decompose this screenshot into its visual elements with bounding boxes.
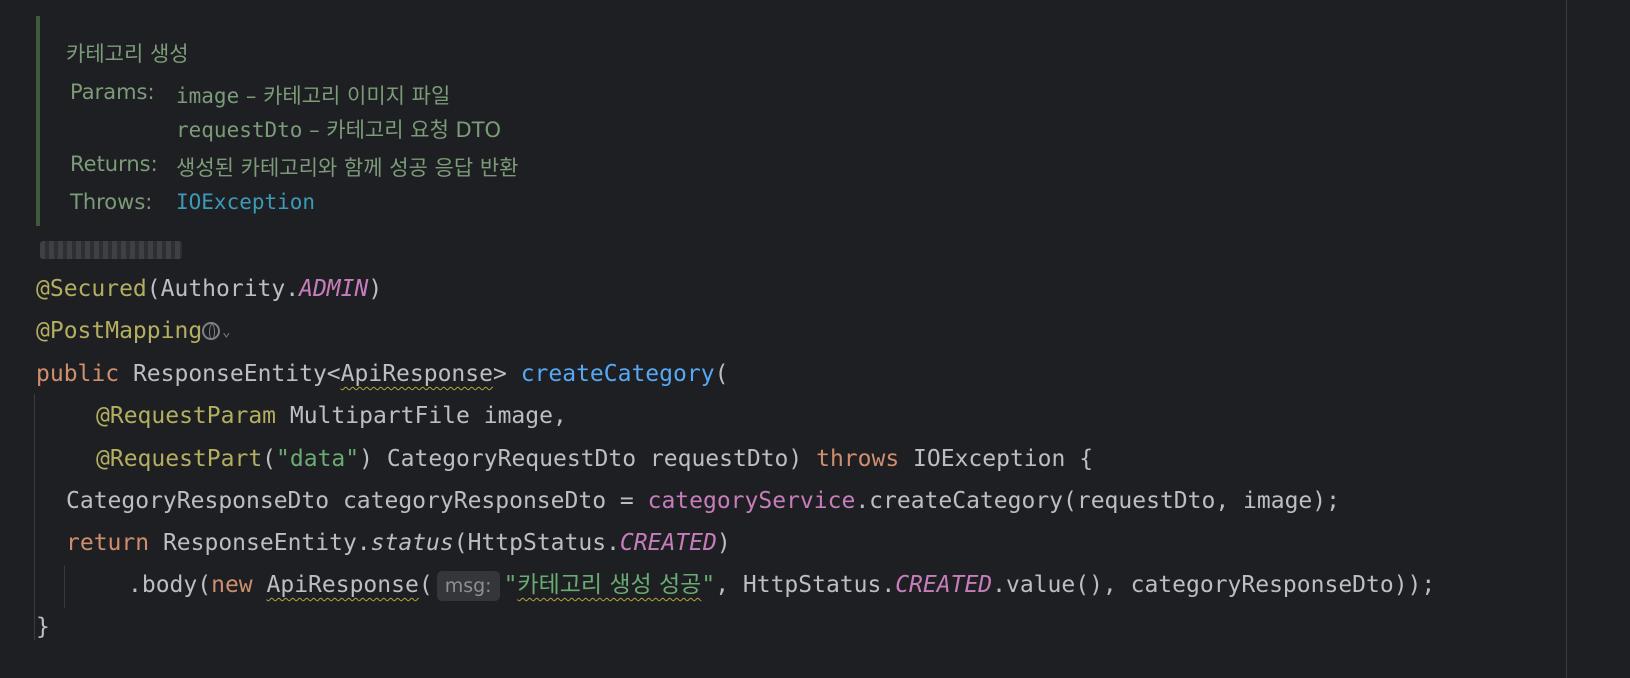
code-line-request-part[interactable]: @RequestPart("data") CategoryRequestDto … [96, 441, 1093, 477]
javadoc-rendered-block: 카테고리 생성 Params: image – 카테고리 이미지 파일 requ… [36, 16, 600, 226]
code-text: ( [262, 446, 277, 472]
param-name: requestDto [176, 118, 303, 142]
javadoc-param-requestdto: requestDto – 카테고리 요청 DTO [176, 114, 501, 144]
static-method: status [370, 530, 454, 556]
method-name: createCategory [520, 361, 715, 387]
enum-constant: CREATED [619, 530, 717, 556]
javadoc-returns-desc: 생성된 카테고리와 함께 성공 응답 반환 [176, 156, 519, 180]
annotation: @PostMapping [36, 318, 203, 344]
code-text: ) [368, 276, 383, 302]
code-text: } [36, 614, 50, 640]
code-text: ResponseEntity< [119, 361, 341, 387]
annotation: @RequestParam [96, 403, 277, 429]
enum-constant: ADMIN [299, 276, 369, 302]
indent-guide [34, 394, 35, 640]
right-margin-guide [1566, 0, 1567, 678]
code-text: ) [716, 530, 731, 556]
code-line-service-call[interactable]: CategoryResponseDto categoryResponseDto … [66, 483, 1340, 519]
annotation: @RequestPart [96, 446, 263, 472]
code-text: (HttpStatus. [453, 530, 620, 556]
keyword: new [211, 572, 253, 598]
javadoc-throws-link[interactable]: IOException [176, 190, 315, 214]
keyword: public [36, 361, 120, 387]
code-text: CategoryResponseDto categoryResponseDto … [66, 488, 648, 514]
param-desc: – 카테고리 요청 DTO [302, 118, 502, 142]
string-quote: " [701, 572, 716, 598]
code-text: .createCategory(requestDto, image); [855, 488, 1340, 514]
code-line-body[interactable]: .body(new ApiResponse(msg: "카테고리 생성 성공", … [128, 567, 1435, 603]
javadoc-param-image: image – 카테고리 이미지 파일 [176, 80, 450, 110]
code-editor[interactable]: 카테고리 생성 Params: image – 카테고리 이미지 파일 requ… [0, 0, 1630, 678]
code-line-closing-brace[interactable]: } [36, 609, 50, 645]
code-text: .value(), categoryResponseDto)); [992, 572, 1436, 598]
parameter-name-hint: msg: [436, 571, 500, 601]
type-warning: ApiResponse [340, 361, 493, 387]
type-warning: ApiResponse [266, 572, 419, 598]
javadoc-params-tag: Params: [70, 80, 155, 104]
javadoc-throws-tag: Throws: [70, 190, 153, 214]
code-text: ResponseEntity. [149, 530, 371, 556]
indent-guide [64, 566, 65, 608]
javadoc-returns-tag: Returns: [70, 152, 158, 176]
code-text: ( [418, 572, 433, 598]
code-text: ) CategoryRequestDto requestDto) [359, 446, 817, 472]
code-text: (Authority. [146, 276, 300, 302]
code-text: > [492, 361, 521, 387]
string-literal: 카테고리 생성 성공 [517, 572, 702, 598]
string-quote: " [503, 572, 518, 598]
code-text: ( [714, 361, 729, 387]
javadoc-summary: 카테고리 생성 [66, 42, 189, 66]
chevron-down-icon[interactable]: ⌄ [222, 314, 230, 350]
param-desc: – 카테고리 이미지 파일 [239, 84, 451, 108]
code-text: .body( [128, 572, 212, 598]
code-text: IOException { [899, 446, 1094, 472]
code-line-method-signature[interactable]: public ResponseEntity<ApiResponse> creat… [36, 356, 728, 392]
author-inlay-hint-blurred[interactable] [40, 241, 182, 259]
code-line-return[interactable]: return ResponseEntity.status(HttpStatus.… [66, 525, 731, 561]
code-line-postmapping[interactable]: @PostMapping ⌄ [36, 313, 231, 349]
string-literal: "data" [276, 446, 360, 472]
code-text: MultipartFile image, [276, 403, 567, 429]
globe-icon[interactable] [202, 322, 221, 340]
keyword: throws [816, 446, 900, 472]
enum-constant: CREATED [895, 572, 993, 598]
code-text: , HttpStatus. [715, 572, 896, 598]
field-reference: categoryService [647, 488, 856, 514]
annotation: @Secured [36, 276, 147, 302]
param-name: image [176, 84, 240, 108]
code-line-secured[interactable]: @Secured(Authority.ADMIN) [36, 271, 382, 307]
keyword: return [66, 530, 150, 556]
code-line-request-param[interactable]: @RequestParam MultipartFile image, [96, 398, 567, 434]
